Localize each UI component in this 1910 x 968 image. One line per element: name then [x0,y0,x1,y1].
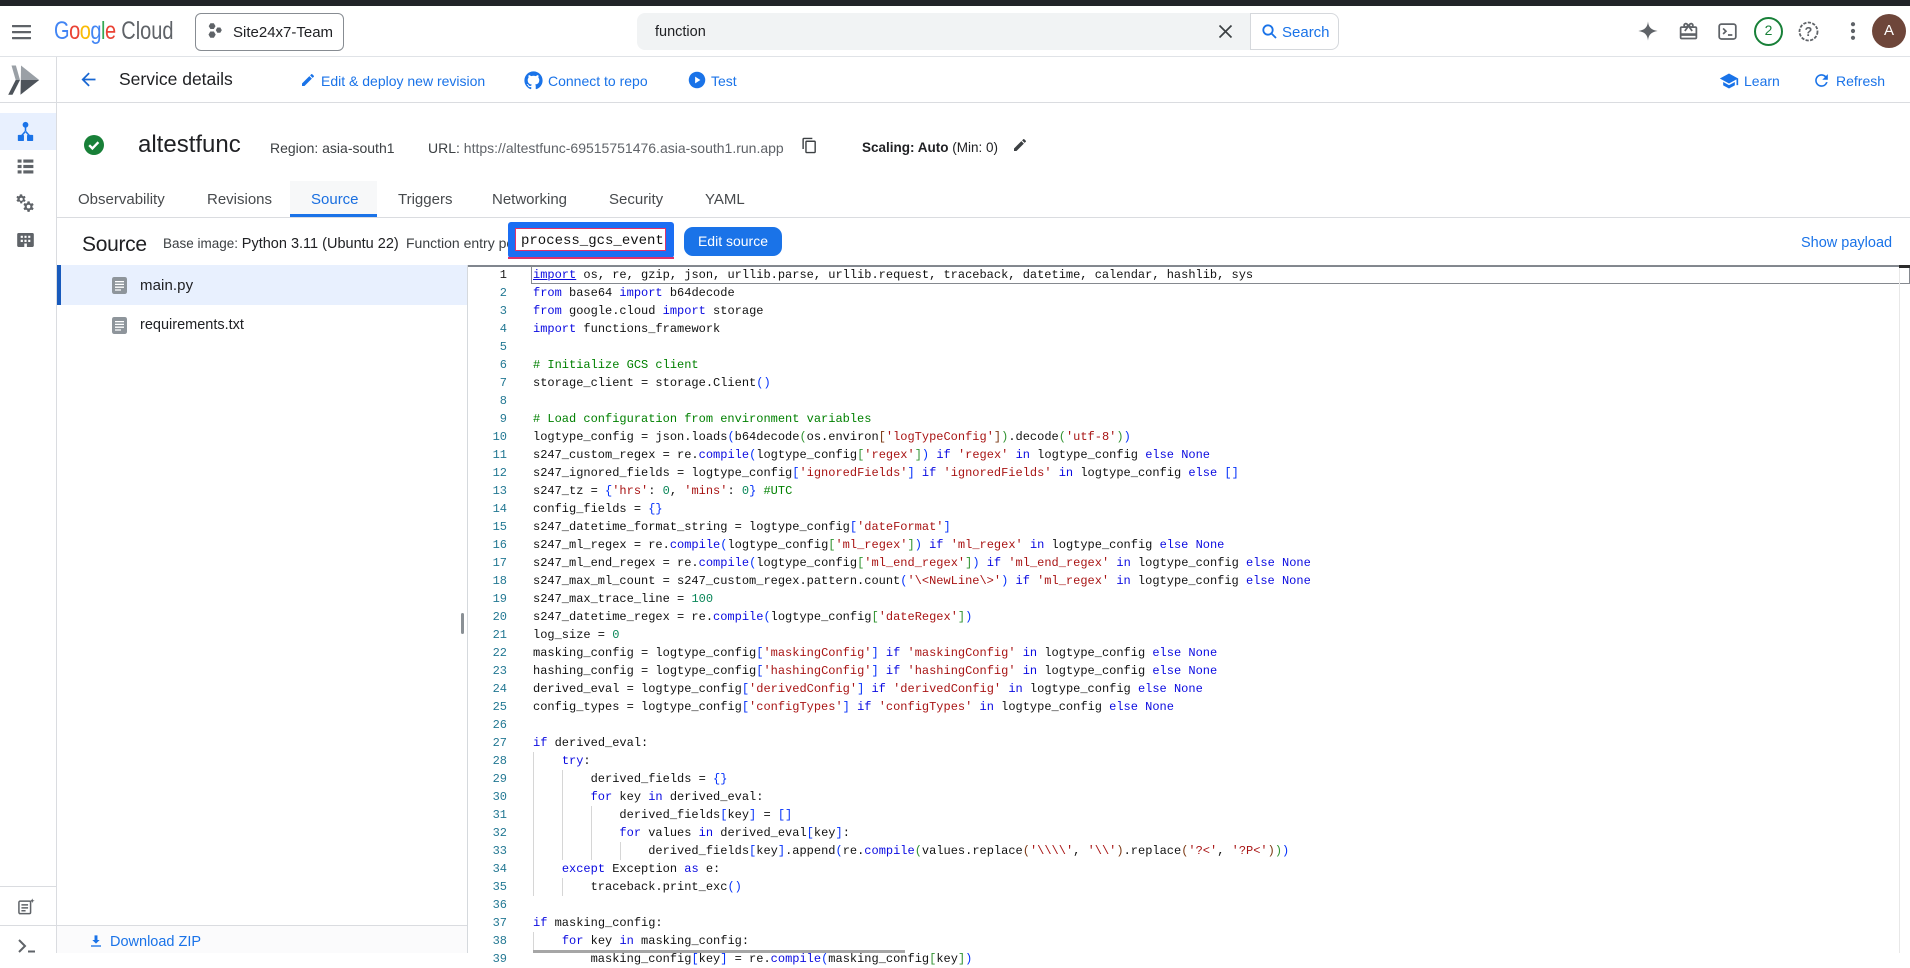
svg-text:?: ? [1805,25,1813,39]
